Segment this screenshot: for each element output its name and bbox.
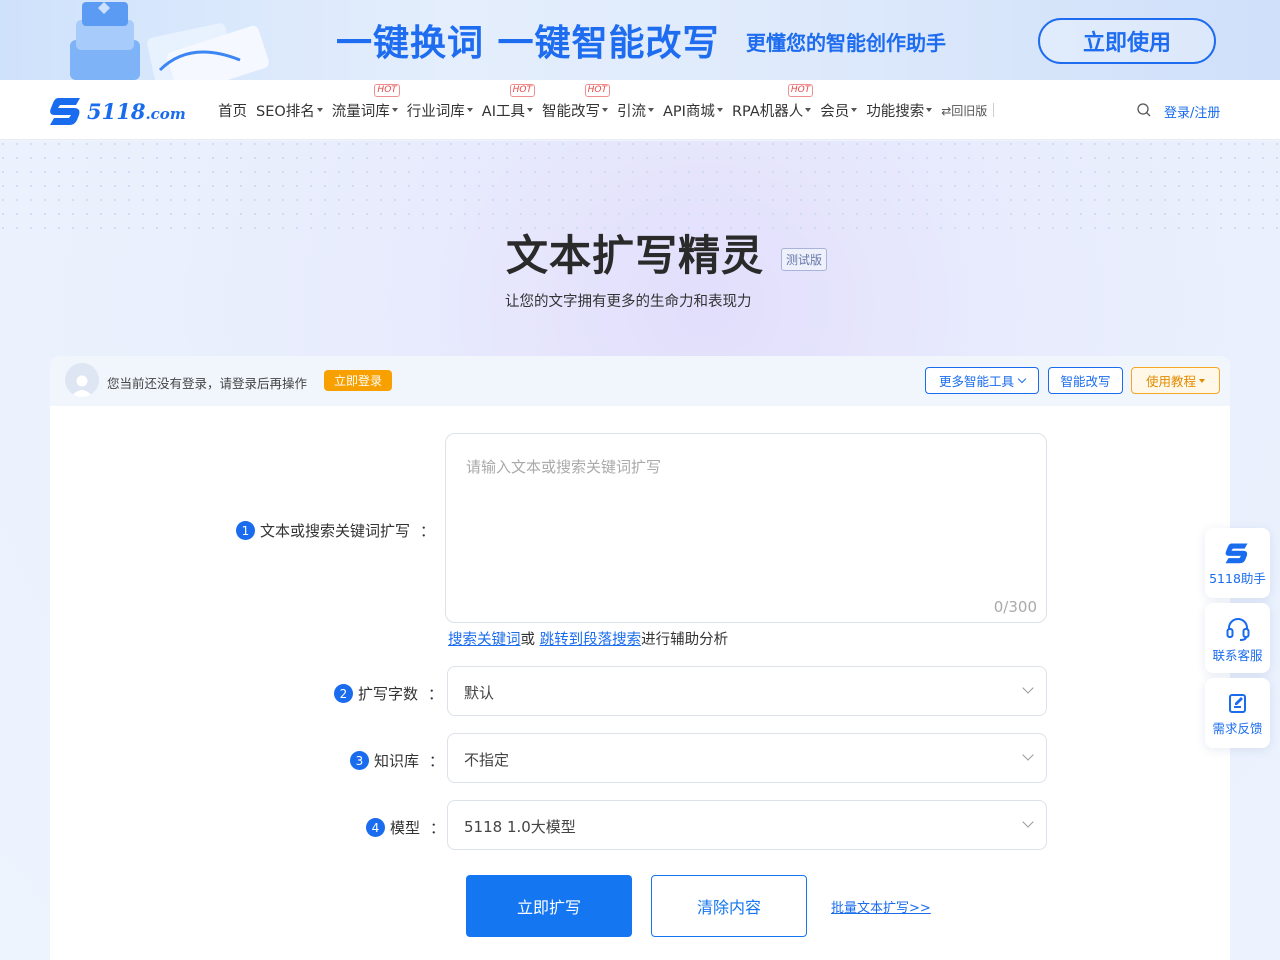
hot-badge: HOT <box>787 83 814 97</box>
login-now-button[interactable]: 立即登录 <box>324 370 393 391</box>
model-select-value: 5118 1.0大模型 <box>464 818 576 836</box>
caret-down-icon <box>316 108 323 112</box>
aux-links: 搜索关键词或 跳转到段落搜索进行辅助分析 <box>448 632 729 648</box>
rewrite-panel: 您当前还没有登录，请登录后再操作 立即登录 更多智能工具 智能改写 使用教程 1… <box>50 356 1230 960</box>
nav-item-industry-words[interactable]: 行业词库 <box>407 100 473 121</box>
knowledge-select-value: 不指定 <box>464 751 510 769</box>
headset-icon <box>1226 618 1249 641</box>
caret-down-icon <box>601 108 608 112</box>
nav-item-ai-tools[interactable]: AI工具 HOT <box>482 83 535 121</box>
chevron-down-icon <box>1022 816 1034 828</box>
smart-rewrite-button[interactable]: 智能改写 <box>1048 367 1123 394</box>
batch-expand-link[interactable]: 批量文本扩写>> <box>831 897 931 916</box>
logo-icon <box>50 98 80 125</box>
caret-down-icon <box>466 108 473 112</box>
main-nav: 5118.com 首页 SEO排名 流量词库 HOT 行业词库 AI工具 HOT 智… <box>0 80 1280 140</box>
more-tools-button[interactable]: 更多智能工具 <box>925 367 1039 394</box>
field-label-model: 4 模型： <box>366 817 445 838</box>
float-feedback-label: 需求反馈 <box>1212 721 1263 736</box>
banner-illustration <box>70 2 269 80</box>
float-customer-service[interactable]: 联系客服 <box>1205 603 1270 673</box>
length-select[interactable]: 默认 <box>447 666 1047 716</box>
nav-item-traffic-words[interactable]: 流量词库 HOT <box>332 83 400 121</box>
edit-note-icon <box>1228 694 1246 713</box>
step-number: 1 <box>236 521 255 540</box>
nav-item-smart-rewrite[interactable]: 智能改写 HOT <box>542 83 610 121</box>
page-title: 文本扩写精灵 <box>506 231 765 280</box>
panel-header: 您当前还没有登录，请登录后再操作 立即登录 更多智能工具 智能改写 使用教程 <box>50 356 1230 406</box>
user-icon <box>71 375 93 397</box>
avatar <box>65 363 99 397</box>
length-select-value: 默认 <box>464 684 495 702</box>
login-hint: 您当前还没有登录，请登录后再操作 <box>107 376 308 391</box>
knowledge-select[interactable]: 不指定 <box>447 733 1047 783</box>
nav-item-rpa[interactable]: RPA机器人 HOT <box>732 83 814 121</box>
page-subtitle: 让您的文字拥有更多的生命力和表现力 <box>505 294 752 310</box>
caret-down-icon <box>647 108 654 112</box>
nav-item-api-store[interactable]: API商城 <box>663 100 723 121</box>
nav-item-home[interactable]: 首页 <box>218 100 247 121</box>
model-select[interactable]: 5118 1.0大模型 <box>447 800 1047 850</box>
site-logo[interactable]: 5118.com <box>50 94 186 128</box>
tutorial-button[interactable]: 使用教程 <box>1131 367 1220 394</box>
char-counter: 0/300 <box>993 598 1037 616</box>
caret-down-icon <box>851 108 858 112</box>
field-label-text: 1 文本或搜索关键词扩写： <box>236 520 435 541</box>
nav-item-feature-search[interactable]: 功能搜索 <box>866 100 933 121</box>
caret-down-icon <box>716 108 723 112</box>
search-icon[interactable] <box>1136 102 1152 118</box>
banner-cta-button[interactable]: 立即使用 <box>1038 18 1216 64</box>
hot-badge: HOT <box>374 83 400 97</box>
text-input[interactable]: 请输入文本或搜索关键词扩写 0/300 <box>445 433 1047 623</box>
step-number: 3 <box>350 751 369 770</box>
hot-badge: HOT <box>584 83 610 97</box>
nav-item-seo-rank[interactable]: SEO排名 <box>256 100 323 121</box>
search-keyword-link[interactable]: 搜索关键词 <box>448 632 521 648</box>
caret-down-icon <box>391 108 398 112</box>
caret-down-icon <box>1199 378 1205 383</box>
paragraph-search-link[interactable]: 跳转到段落搜索 <box>540 632 642 648</box>
step-number: 4 <box>366 818 385 837</box>
caret-down-icon <box>926 108 933 112</box>
banner-subline: 更懂您的智能创作助手 <box>746 31 946 55</box>
top-ad-banner[interactable]: 一键换词 一键智能改写 更懂您的智能创作助手 立即使用 <box>0 0 1280 80</box>
chevron-down-icon <box>1017 374 1027 383</box>
hot-badge: HOT <box>509 83 535 97</box>
field-label-knowledge: 3 知识库： <box>350 750 444 771</box>
login-register-link[interactable]: 登录/注册 <box>1164 102 1220 121</box>
chevron-down-icon <box>1022 749 1034 761</box>
nav-menu: 首页 SEO排名 流量词库 HOT 行业词库 AI工具 HOT 智能改写 HOT 引流… <box>218 80 995 140</box>
field-label-length: 2 扩写字数： <box>334 683 443 704</box>
logo-text: 5118.com <box>87 98 186 124</box>
chevron-down-icon <box>1022 682 1034 694</box>
text-input-placeholder: 请输入文本或搜索关键词扩写 <box>466 458 662 476</box>
float-feedback[interactable]: 需求反馈 <box>1205 678 1270 748</box>
float-service-label: 联系客服 <box>1212 648 1263 663</box>
beta-badge: 测试版 <box>781 248 828 271</box>
nav-item-traffic[interactable]: 引流 <box>617 100 654 121</box>
nav-item-membership[interactable]: 会员 <box>820 100 858 121</box>
clear-content-button[interactable]: 清除内容 <box>651 875 807 937</box>
banner-headline: 一键换词 一键智能改写 <box>336 23 720 64</box>
step-number: 2 <box>334 684 353 703</box>
float-assistant-label: 5118助手 <box>1209 571 1266 586</box>
nav-divider <box>993 103 995 117</box>
float-assistant[interactable]: 5118助手 <box>1205 528 1270 598</box>
caret-down-icon <box>526 108 533 112</box>
expand-now-button[interactable]: 立即扩写 <box>466 875 632 937</box>
old-version-link[interactable]: ⇄回旧版 <box>941 102 995 119</box>
caret-down-icon <box>805 108 812 112</box>
logo-icon <box>1225 543 1248 564</box>
